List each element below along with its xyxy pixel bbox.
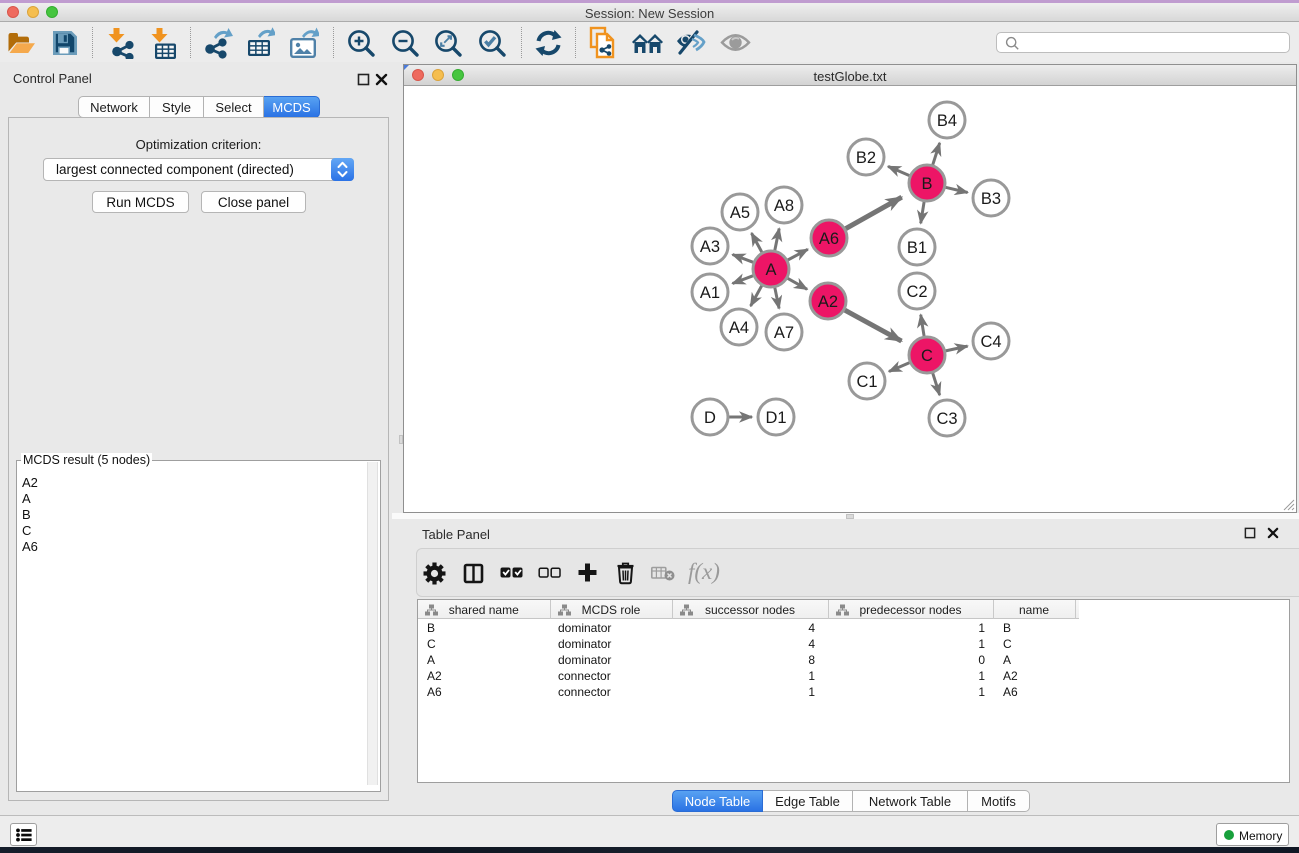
svg-text:B3: B3 <box>981 190 1001 208</box>
svg-text:C2: C2 <box>906 283 927 301</box>
svg-text:C1: C1 <box>856 373 877 391</box>
svg-text:A7: A7 <box>774 324 794 342</box>
svg-text:C: C <box>921 347 933 365</box>
svg-text:A5: A5 <box>730 204 750 222</box>
svg-text:C4: C4 <box>980 333 1001 351</box>
svg-text:A4: A4 <box>729 319 749 337</box>
svg-text:A: A <box>765 261 776 279</box>
svg-text:A3: A3 <box>700 238 720 256</box>
svg-text:B: B <box>921 175 932 193</box>
svg-text:A1: A1 <box>700 284 720 302</box>
svg-text:B1: B1 <box>907 239 927 257</box>
svg-text:C3: C3 <box>936 410 957 428</box>
svg-text:A6: A6 <box>819 230 839 248</box>
svg-text:D1: D1 <box>765 409 786 427</box>
svg-text:B4: B4 <box>937 112 957 130</box>
svg-text:B2: B2 <box>856 149 876 167</box>
svg-text:D: D <box>704 409 716 427</box>
svg-text:A2: A2 <box>818 293 838 311</box>
svg-text:A8: A8 <box>774 197 794 215</box>
